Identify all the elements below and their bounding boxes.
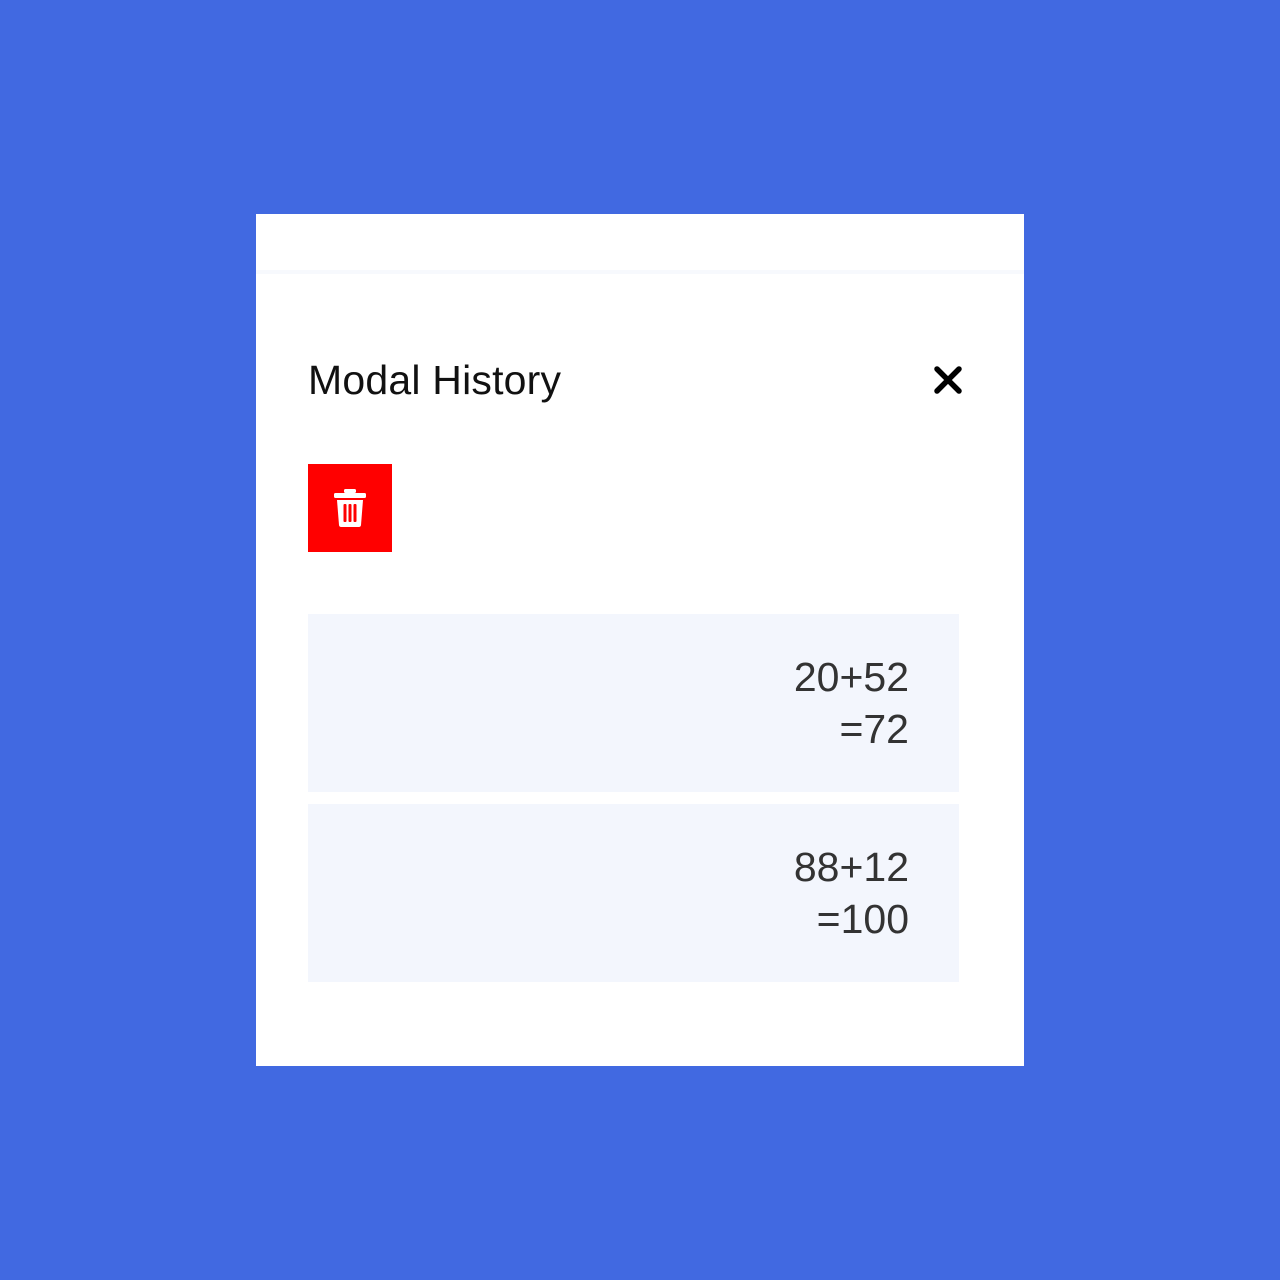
trash-icon — [334, 489, 366, 527]
modal-header: Modal History — [308, 350, 968, 410]
history-modal: Modal History 20+52 =72 88+12 =100 — [256, 214, 1024, 1066]
history-result: =72 — [839, 706, 909, 752]
history-result: =100 — [816, 896, 909, 942]
modal-title: Modal History — [308, 356, 562, 403]
history-item[interactable]: 88+12 =100 — [308, 804, 959, 982]
history-item[interactable]: 20+52 =72 — [308, 614, 959, 792]
close-icon — [934, 366, 962, 394]
history-expression: 88+12 — [793, 844, 909, 890]
close-button[interactable] — [926, 358, 970, 402]
clear-history-button[interactable] — [308, 464, 392, 552]
history-expression: 20+52 — [793, 654, 909, 700]
history-list: 20+52 =72 88+12 =100 — [308, 614, 959, 994]
modal-divider — [256, 270, 1024, 274]
